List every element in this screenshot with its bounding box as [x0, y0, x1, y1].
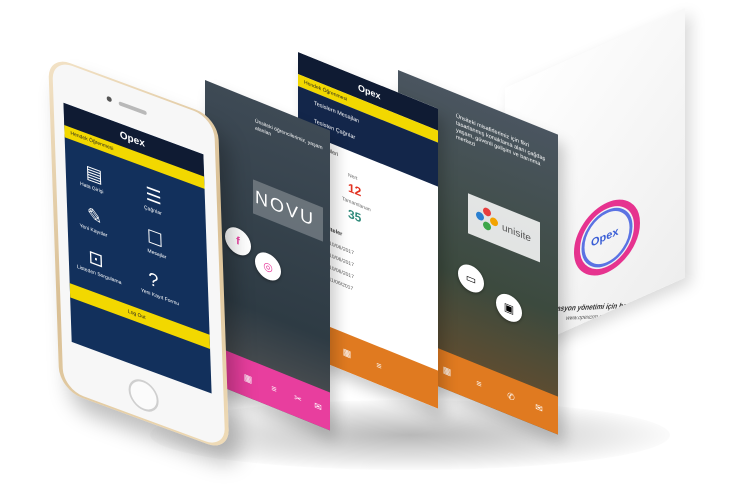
novu-intro: Ünsiteki öğrencilerimiz, yaşam alanları [255, 118, 323, 152]
logout-button[interactable]: Log Out [69, 283, 211, 349]
instagram-icon[interactable]: ◎ [255, 248, 281, 285]
bus-icon[interactable]: ▣ [496, 289, 522, 327]
app-mockup-scene: Opex Operasyon yönetimi için herşey... w… [0, 0, 756, 500]
tile-icon[interactable]: ? [148, 268, 159, 293]
dates-logo: Opex [358, 82, 381, 102]
splash-url: www.opexcrm.net [564, 313, 608, 322]
logout-label: Log Out [127, 308, 146, 322]
iphone-device: Opex Hendek Öğrenmesi ▤ Hata Girişi ☰ Ça… [48, 55, 251, 500]
day-1-value: 12 [348, 180, 362, 200]
car-icon[interactable]: ▭ [458, 260, 484, 297]
tile-label: Yeni Kayıt Formu [140, 287, 180, 308]
